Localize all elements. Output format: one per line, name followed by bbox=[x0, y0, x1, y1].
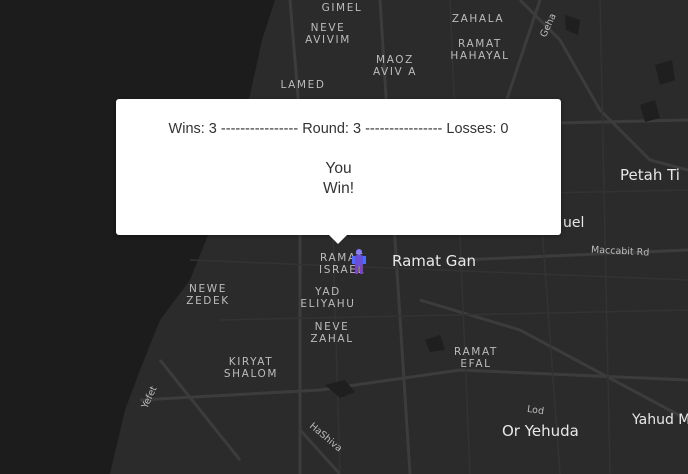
result-line-1: You bbox=[325, 160, 352, 177]
neighborhood-label-newe-zedek: NEWE ZEDEK bbox=[186, 283, 230, 307]
city-label-yahud: Yahud M bbox=[632, 412, 688, 428]
neighborhood-label-lamed: LAMED bbox=[280, 79, 326, 91]
neighborhood-label-gimel: GIMEL bbox=[321, 2, 363, 14]
neighborhood-label-yad-eliyahu: YAD ELIYAHU bbox=[300, 286, 356, 310]
game-result-popup: Wins: 3 ---------------- Round: 3 ------… bbox=[116, 99, 561, 235]
result-line-2: Win! bbox=[323, 180, 354, 197]
neighborhood-label-ramat-hahayal: RAMAT HAHAYAL bbox=[450, 38, 510, 62]
separator-right: ---------------- bbox=[365, 121, 443, 137]
player-marker-icon[interactable] bbox=[352, 248, 366, 276]
neighborhood-label-zahala: ZAHALA bbox=[451, 13, 505, 25]
city-label-ramat-gan: Ramat Gan bbox=[392, 252, 477, 270]
road-label-lod: Lod bbox=[526, 403, 545, 418]
neighborhood-label-neve-avivim: NEVE AVIVIM bbox=[305, 22, 351, 46]
wins-count: Wins: 3 bbox=[168, 121, 217, 137]
round-count: Round: 3 bbox=[302, 121, 362, 137]
city-label-bnei-brak-partial: uel bbox=[563, 215, 585, 231]
separator-left: ---------------- bbox=[220, 121, 299, 137]
neighborhood-label-maoz-aviv: MAOZ AVIV A bbox=[372, 54, 418, 78]
neighborhood-label-ramat-efal: RAMAT EFAL bbox=[454, 346, 498, 370]
result-message: You Win! bbox=[116, 159, 561, 199]
city-label-petah-tikva: Petah Ti bbox=[620, 166, 680, 184]
neighborhood-label-neve-zahal: NEVE ZAHAL bbox=[310, 321, 354, 345]
losses-count: Losses: 0 bbox=[446, 121, 509, 137]
city-label-or-yehuda: Or Yehuda bbox=[502, 422, 579, 440]
popup-pointer bbox=[328, 234, 348, 244]
score-line: Wins: 3 ---------------- Round: 3 ------… bbox=[116, 121, 561, 137]
neighborhood-label-kiryat-shalom: KIRYAT SHALOM bbox=[223, 356, 279, 380]
